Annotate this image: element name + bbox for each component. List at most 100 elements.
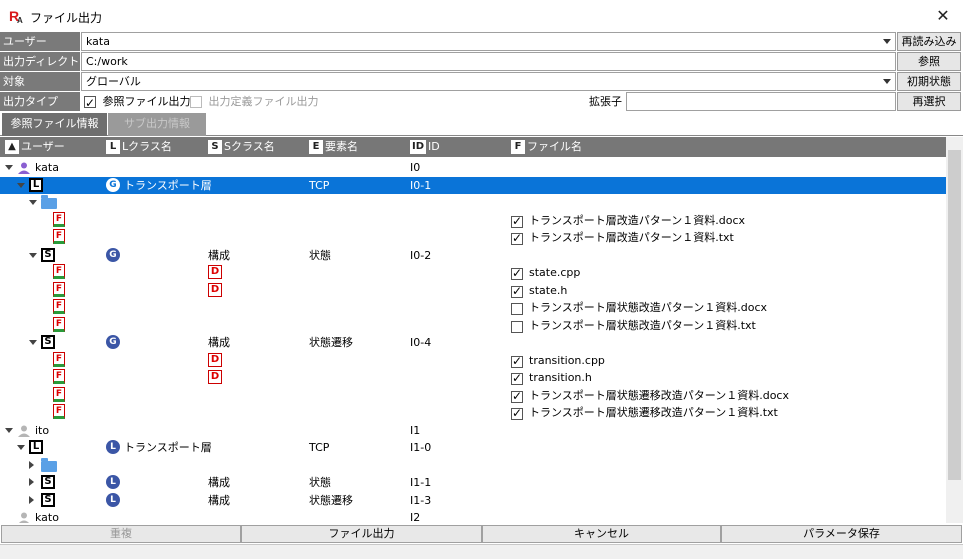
tree-row[interactable]: L L トランスポート層 TCP I1-0 <box>0 439 946 456</box>
tree-row[interactable]: F トランスポート層状態改造パターン１資料.txt <box>0 316 946 334</box>
col-file[interactable]: F ファイル名 <box>511 137 582 157</box>
element-name: 状態遷移 <box>309 493 353 507</box>
tree-view[interactable]: kata I0 L G トランスポート層 TCP I0-1 F トランスポート層改造パターン１資… <box>0 159 946 523</box>
tree-row[interactable]: L G トランスポート層 TCP I0-1 <box>0 176 946 194</box>
file-icon: F <box>53 369 65 384</box>
file-checkbox[interactable] <box>511 231 523 245</box>
tree-row[interactable]: S L 構成 状態 I1-1 <box>0 474 946 491</box>
file-checkbox[interactable] <box>511 406 523 420</box>
file-name: トランスポート層状態改造パターン１資料.txt <box>529 318 756 332</box>
file-checkbox[interactable] <box>511 320 523 333</box>
init-button[interactable]: 初期状態 <box>897 72 961 91</box>
file-checkbox[interactable] <box>511 284 523 298</box>
tab-ref-files[interactable]: 参照ファイル情報 <box>2 113 107 136</box>
target-select[interactable]: グローバル <box>81 72 896 91</box>
file-icon: F <box>511 140 525 154</box>
tree-row[interactable]: F トランスポート層状態遷移改造パターン１資料.docx <box>0 386 946 404</box>
expand-right-icon[interactable] <box>29 495 34 504</box>
title-bar <box>0 0 963 32</box>
file-name: state.cpp <box>529 266 581 279</box>
ext-field[interactable] <box>626 92 896 111</box>
col-id-label: ID <box>428 140 440 153</box>
user-name: ito <box>35 423 50 437</box>
file-checkbox[interactable] <box>511 266 523 280</box>
col-lclass-label: Lクラス名 <box>122 140 172 153</box>
l-class-icon: L <box>106 140 120 154</box>
tree-row[interactable] <box>0 457 946 474</box>
l-class-icon: L <box>29 177 43 192</box>
tree-row[interactable]: F Dtransition.cpp <box>0 351 946 369</box>
expand-down-icon[interactable] <box>17 182 25 188</box>
tab-sub-output[interactable]: サブ出力情報 <box>108 113 206 136</box>
d-icon: D <box>208 265 222 279</box>
scrollbar-thumb[interactable] <box>948 150 961 480</box>
file-name: トランスポート層改造パターン１資料.txt <box>529 231 734 244</box>
expand-down-icon[interactable] <box>29 340 37 345</box>
expand-down-icon[interactable] <box>5 427 13 433</box>
file-icon: F <box>53 264 65 279</box>
expand-down-icon[interactable] <box>29 252 37 258</box>
reselect-button[interactable]: 再選択 <box>897 92 961 111</box>
file-name: トランスポート層状態遷移改造パターン１資料.docx <box>529 388 789 402</box>
col-id[interactable]: ID ID <box>410 137 440 157</box>
file-icon: F <box>53 281 65 297</box>
ref-file-checkbox[interactable] <box>84 94 96 113</box>
browse-button[interactable]: 参照 <box>897 52 961 71</box>
ref-file-label: 参照ファイル出力 <box>102 95 191 108</box>
close-icon[interactable]: ✕ <box>930 4 956 28</box>
cancel-button[interactable]: キャンセル <box>482 525 721 543</box>
file-checkbox[interactable] <box>511 371 523 385</box>
tree-row[interactable]: S G 構成 状態 I0-2 <box>0 247 946 264</box>
tree-row[interactable]: kata I0 <box>0 159 946 176</box>
col-user[interactable]: ▲ ユーザー <box>5 137 65 157</box>
expand-right-icon[interactable] <box>29 478 34 486</box>
tree-row[interactable] <box>0 194 946 211</box>
col-lclass[interactable]: L Lクラス名 <box>106 137 172 157</box>
file-icon: F <box>53 386 65 402</box>
reload-button[interactable]: 再読み込み <box>897 32 961 51</box>
file-checkbox[interactable] <box>511 354 523 368</box>
app-logo-icon: RA <box>8 8 24 25</box>
duplicate-button[interactable]: 重複 <box>1 525 241 543</box>
sclass-name: 構成 <box>208 493 230 507</box>
file-checkbox[interactable] <box>511 303 523 315</box>
tree-row[interactable]: F トランスポート層改造パターン１資料.txt <box>0 229 946 246</box>
def-file-checkbox[interactable] <box>190 96 202 108</box>
col-element[interactable]: E 要素名 <box>309 137 358 157</box>
col-user-label: ユーザー <box>21 140 65 153</box>
tree-row[interactable]: F Dtransition.h <box>0 369 946 386</box>
outdir-field[interactable]: C:/work <box>81 52 896 71</box>
tree-row[interactable]: S L 構成 状態遷移 I1-3 <box>0 492 946 509</box>
tree-row[interactable]: F Dstate.h <box>0 281 946 299</box>
export-button[interactable]: ファイル出力 <box>241 525 482 543</box>
save-params-button[interactable]: パラメータ保存 <box>721 525 962 543</box>
tree-row[interactable]: F トランスポート層状態改造パターン１資料.docx <box>0 299 946 316</box>
expand-right-icon[interactable] <box>29 460 34 469</box>
tree-row[interactable]: F Dstate.cpp <box>0 264 946 281</box>
tree-row[interactable]: F トランスポート層状態遷移改造パターン１資料.txt <box>0 404 946 421</box>
target-value: グローバル <box>86 75 141 88</box>
outdir-label: 出力ディレクトリ <box>0 52 80 71</box>
expand-down-icon[interactable] <box>5 165 13 170</box>
tree-row[interactable]: S G 構成 状態遷移 I0-4 <box>0 334 946 351</box>
tree-row[interactable]: ito I1 <box>0 422 946 439</box>
def-file-option[interactable]: 出力定義ファイル出力 <box>190 92 319 111</box>
col-sclass[interactable]: S Sクラス名 <box>208 137 275 157</box>
node-id: I1 <box>410 423 421 437</box>
file-name: トランスポート層改造パターン１資料.docx <box>529 213 745 227</box>
global-icon: G <box>106 177 120 192</box>
file-checkbox[interactable] <box>511 214 523 228</box>
outtype-label: 出力タイプ <box>0 92 80 111</box>
sclass-name: 構成 <box>208 476 230 489</box>
node-id: I1-3 <box>410 493 432 507</box>
expand-down-icon[interactable] <box>29 200 37 205</box>
file-checkbox[interactable] <box>511 389 523 403</box>
ref-file-option[interactable]: 参照ファイル出力 <box>84 92 191 113</box>
user-select[interactable]: kata <box>81 32 896 51</box>
expand-down-icon[interactable] <box>17 445 25 450</box>
tree-row[interactable]: kato I2 <box>0 509 946 523</box>
node-id: I0 <box>410 161 421 174</box>
tree-row[interactable]: F トランスポート層改造パターン１資料.docx <box>0 211 946 229</box>
sort-up-icon: ▲ <box>5 140 19 154</box>
node-id: I0-4 <box>410 336 432 349</box>
